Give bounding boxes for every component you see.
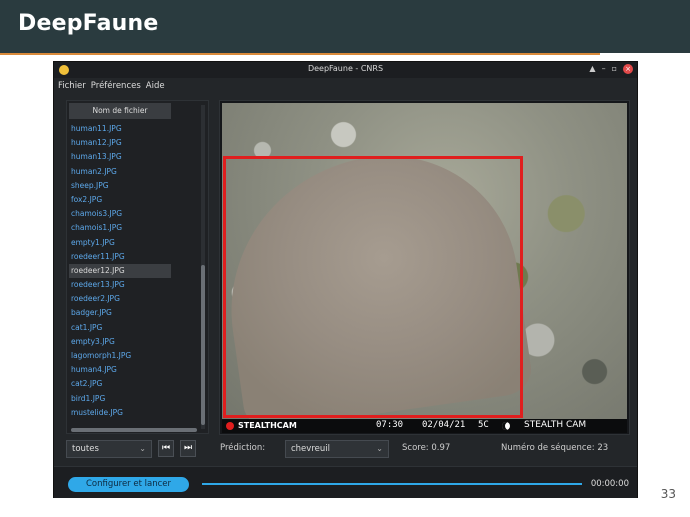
file-list-item[interactable]: empty1.JPG [69, 236, 171, 250]
file-list-item[interactable]: human4.JPG [69, 363, 171, 377]
window-title: DeepFaune - CNRS [307, 64, 384, 73]
close-icon[interactable]: × [623, 64, 633, 74]
elapsed-timer: 00:00:00 [590, 479, 629, 489]
prediction-label: Prédiction: [220, 443, 266, 453]
menu-preferences[interactable]: Préférences [91, 81, 141, 91]
presentation-slide: DeepFaune DeepFaune - CNRS ▲ – ▫ × Fichi… [0, 0, 690, 517]
configure-and-run-button[interactable]: Configurer et lancer [68, 477, 189, 492]
camera-brand: STEALTHCAM [238, 421, 297, 430]
file-list-item[interactable]: roedeer2.JPG [69, 292, 171, 306]
file-list-item[interactable]: mustelide.JPG [69, 406, 171, 420]
file-list-item[interactable]: roedeer11.JPG [69, 250, 171, 264]
vertical-scrollbar-thumb[interactable] [201, 265, 205, 425]
file-list-item[interactable]: badger.JPG [69, 306, 171, 320]
skip-next-icon: ⏭ [183, 443, 193, 453]
skip-previous-icon: ⏮ [161, 443, 171, 453]
header-accent-line [0, 53, 600, 55]
prediction-select[interactable]: chevreuil ⌄ [285, 440, 389, 458]
camera-info-strip: STEALTHCAM 07:30 02/04/21 5C STEALTH CAM [222, 419, 627, 433]
previous-image-button[interactable]: ⏮ [158, 440, 174, 457]
camera-trap-photo [222, 103, 627, 419]
stealthcam-logo-icon [226, 422, 234, 430]
slide-header: DeepFaune [0, 0, 690, 53]
window-controls: ▲ – ▫ × [589, 64, 633, 74]
vertical-scrollbar[interactable] [201, 105, 205, 429]
prediction-value: chevreuil [291, 444, 330, 454]
maximize-icon[interactable]: ▫ [612, 64, 617, 74]
file-list-item[interactable]: lagomorph1.JPG [69, 349, 171, 363]
controls-bar: toutes ⌄ ⏮ ⏭ Prédiction: chevreuil ⌄ Sco… [54, 438, 637, 460]
column-header-filename[interactable]: Nom de fichier [69, 103, 171, 119]
detection-bounding-box [223, 156, 523, 418]
file-list-item[interactable]: human2.JPG [69, 165, 171, 179]
horizontal-scrollbar[interactable] [71, 428, 197, 432]
next-image-button[interactable]: ⏭ [180, 440, 196, 457]
footer-bar: Configurer et lancer 00:00:00 [54, 466, 637, 498]
file-list-item[interactable]: human11.JPG [69, 122, 171, 136]
filter-value: toutes [72, 444, 99, 454]
app-window: DeepFaune - CNRS ▲ – ▫ × Fichier Préfére… [53, 61, 638, 498]
image-viewer: STEALTHCAM 07:30 02/04/21 5C STEALTH CAM [219, 100, 630, 435]
moon-phase-icon [502, 422, 510, 430]
chevron-down-icon: ⌄ [139, 444, 146, 453]
filter-select[interactable]: toutes ⌄ [66, 440, 152, 458]
file-list-item[interactable]: roedeer12.JPG [69, 263, 171, 279]
file-list-item[interactable]: human13.JPG [69, 150, 171, 164]
page-number: 33 [660, 487, 676, 501]
file-list-item[interactable]: bird1.JPG [69, 392, 171, 406]
file-list-item[interactable]: cat2.JPG [69, 377, 171, 391]
file-list-panel: Nom de fichier human11.JPG human12.JPG hum… [66, 100, 209, 434]
camera-date: 02/04/21 [422, 420, 466, 430]
camera-temperature: 5C [478, 420, 489, 430]
menu-fichier[interactable]: Fichier [58, 81, 86, 91]
menu-bar: Fichier Préférences Aide [54, 78, 637, 93]
file-list-item[interactable]: human12.JPG [69, 136, 171, 150]
chevron-down-icon: ⌄ [376, 444, 383, 453]
file-list-item[interactable]: chamois3.JPG [69, 207, 171, 221]
sequence-number-text: Numéro de séquence: 23 [501, 443, 609, 453]
keep-above-icon[interactable]: ▲ [589, 64, 595, 74]
file-list: human11.JPG human12.JPG human13.JPG human2.… [69, 122, 171, 420]
menu-aide[interactable]: Aide [146, 81, 165, 91]
slide-title: DeepFaune [18, 11, 159, 36]
progress-bar [202, 483, 582, 485]
camera-time: 07:30 [376, 420, 404, 430]
file-list-item[interactable]: empty3.JPG [69, 335, 171, 349]
file-list-item[interactable]: chamois1.JPG [69, 221, 171, 235]
file-list-item[interactable]: fox2.JPG [69, 193, 171, 207]
score-text: Score: 0.97 [402, 443, 451, 453]
file-list-item[interactable]: sheep.JPG [69, 179, 171, 193]
minimize-icon[interactable]: – [602, 64, 606, 74]
window-titlebar[interactable]: DeepFaune - CNRS ▲ – ▫ × [54, 62, 637, 78]
camera-name: STEALTH CAM [524, 420, 587, 430]
file-list-item[interactable]: cat1.JPG [69, 321, 171, 335]
file-list-item[interactable]: roedeer13.JPG [69, 278, 171, 292]
